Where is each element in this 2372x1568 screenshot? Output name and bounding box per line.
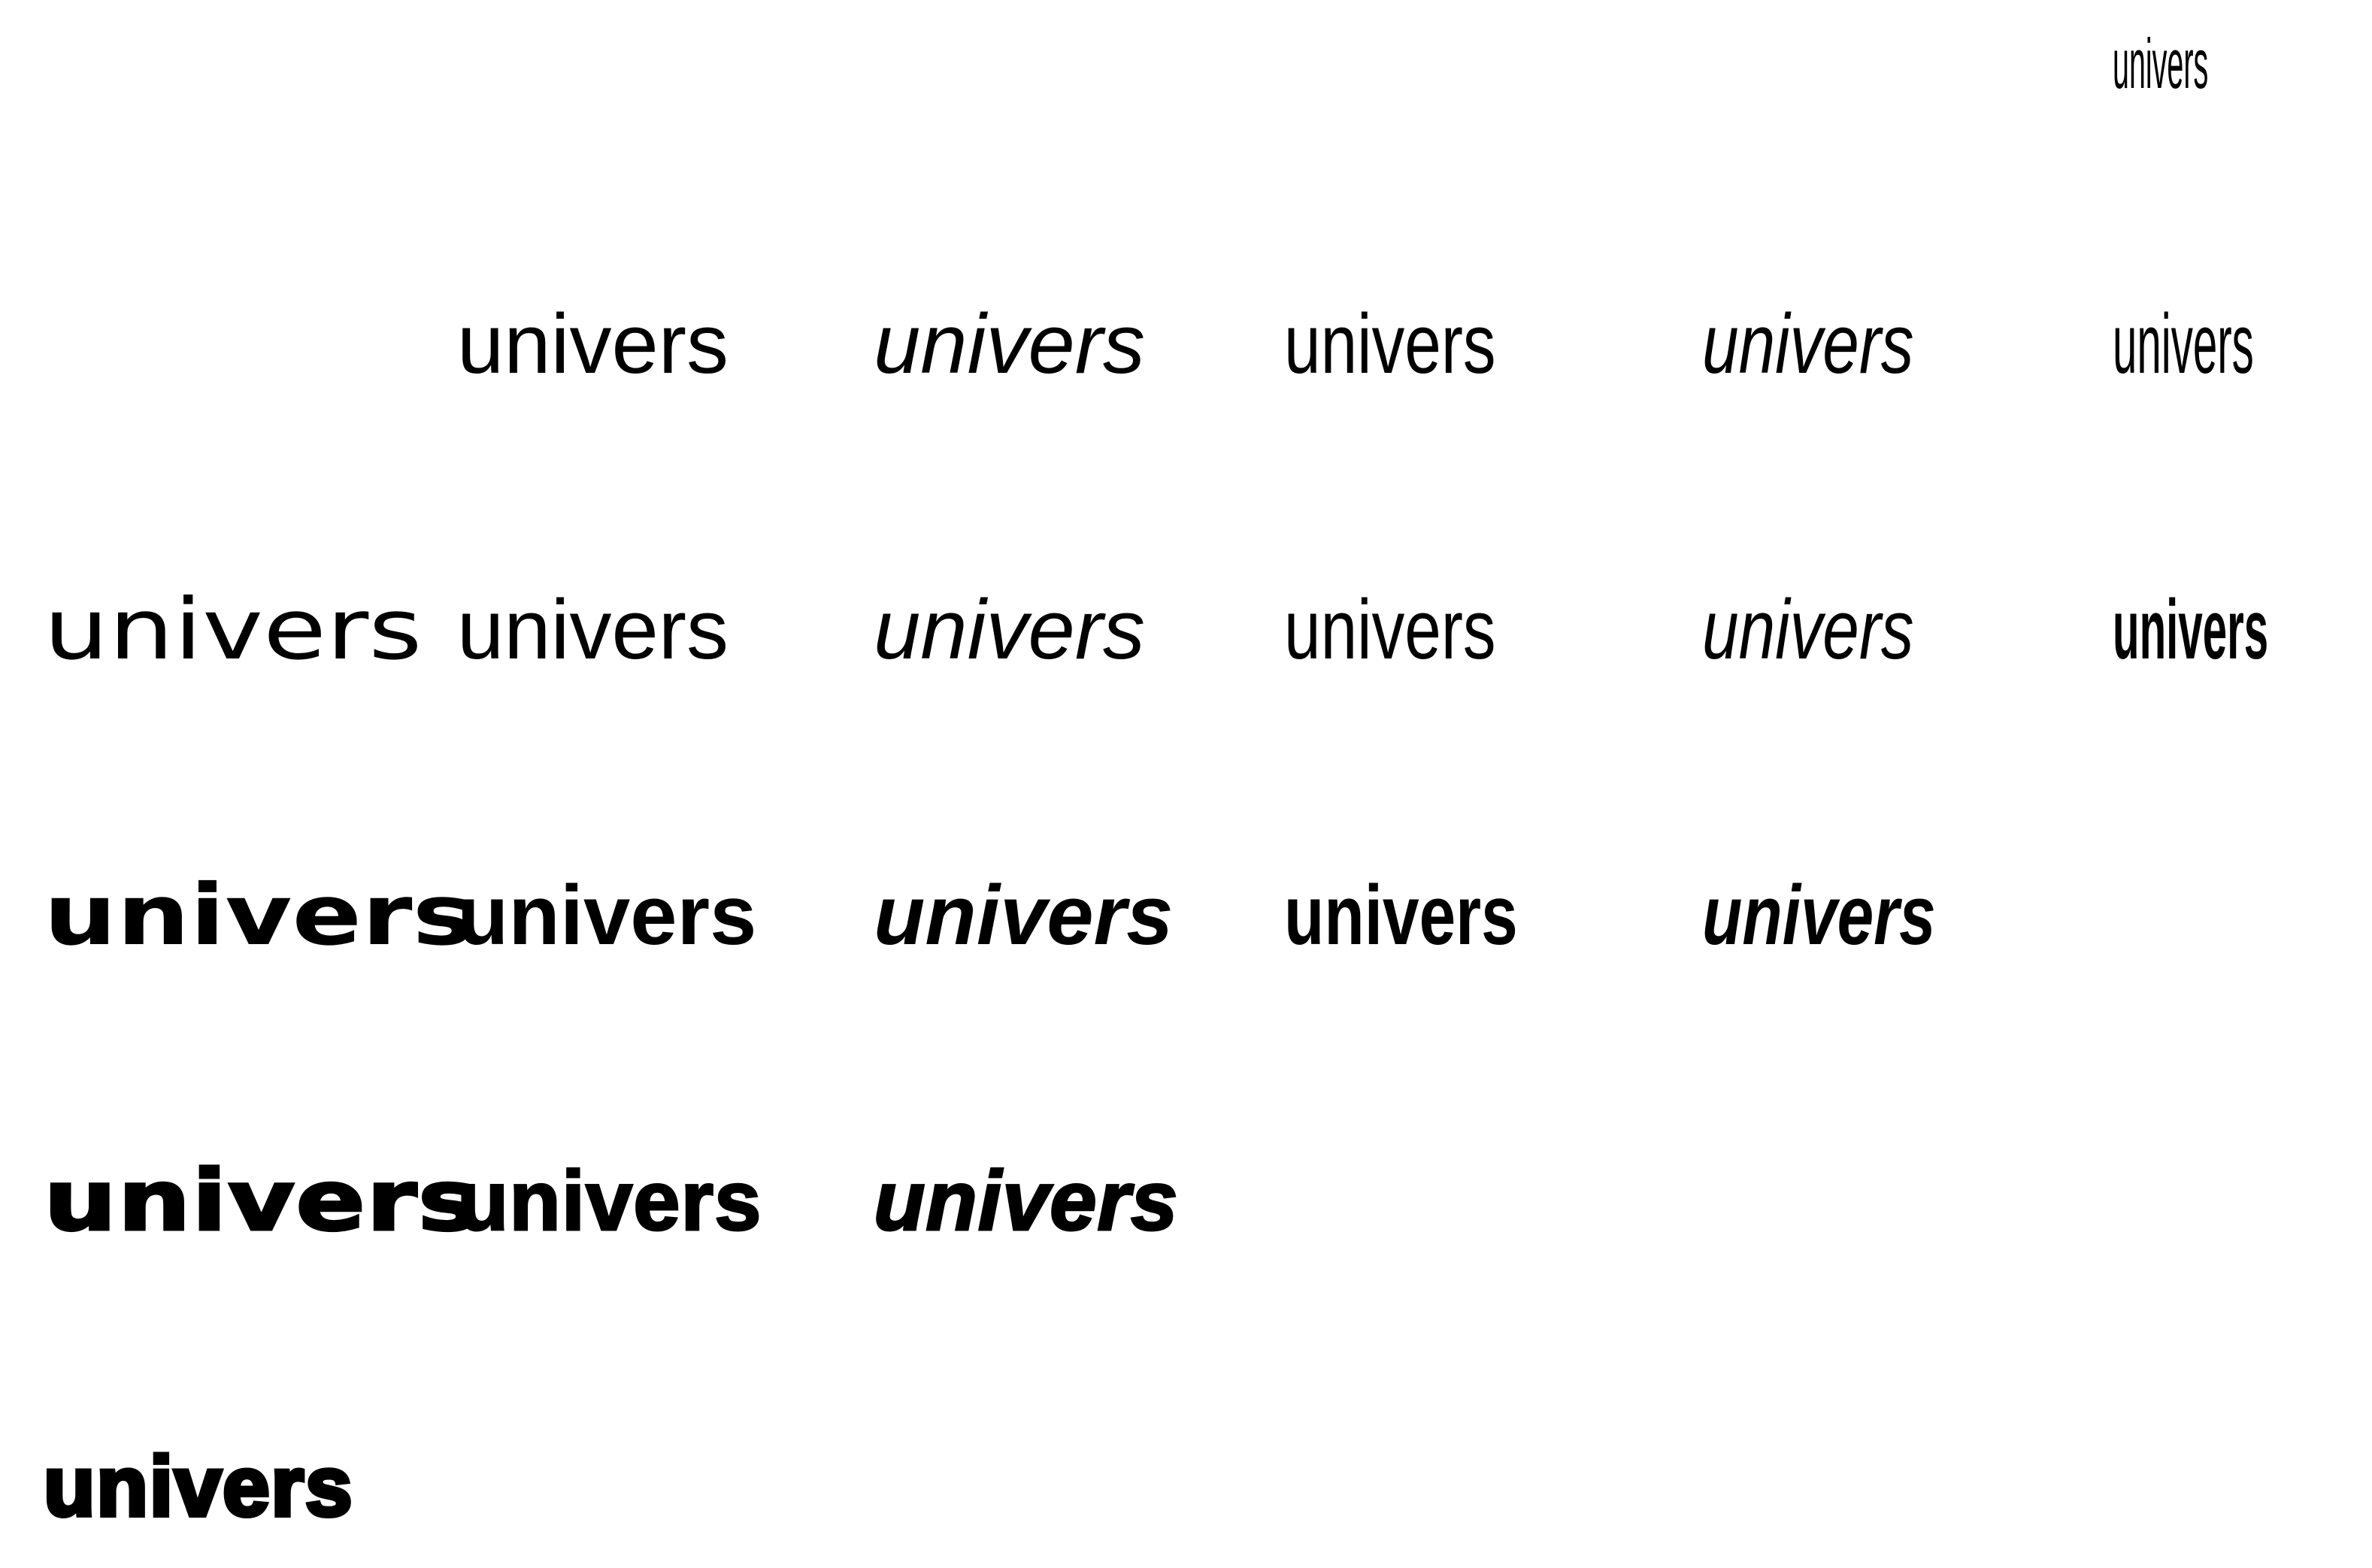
specimen-bold-condensed-oblique: univers xyxy=(1702,868,1936,962)
specimen-condensed-oblique: univers xyxy=(1702,583,1914,677)
specimen-ultra-condensed: univers xyxy=(2113,583,2269,677)
specimen-bold-condensed: univers xyxy=(1284,868,1518,962)
specimen-black-extended: univers xyxy=(42,1152,480,1250)
specimen-extra-black: univers xyxy=(41,1439,354,1533)
specimen-bold-extended: univers xyxy=(44,867,474,964)
specimen-bold-oblique: univers xyxy=(874,868,1174,962)
specimen-oblique: univers xyxy=(874,583,1146,677)
specimen-thin-ultra-condensed: univers xyxy=(2113,297,2254,391)
typeface-specimen-grid: univers univers univers univers univers … xyxy=(0,0,2372,1568)
specimen-light-italic: univers xyxy=(874,297,1146,391)
specimen-black: univers xyxy=(456,1154,762,1248)
specimen-condensed: univers xyxy=(1284,583,1496,677)
specimen-extended: univers xyxy=(44,581,423,679)
specimen-light-condensed-italic: univers xyxy=(1702,297,1914,391)
specimen-roman: univers xyxy=(457,583,729,677)
specimen-ultra-condensed-thin: univers xyxy=(2113,24,2209,103)
specimen-light-condensed: univers xyxy=(1284,297,1496,391)
specimen-light: univers xyxy=(457,297,729,391)
specimen-black-oblique: univers xyxy=(872,1154,1179,1248)
specimen-bold: univers xyxy=(457,868,757,962)
